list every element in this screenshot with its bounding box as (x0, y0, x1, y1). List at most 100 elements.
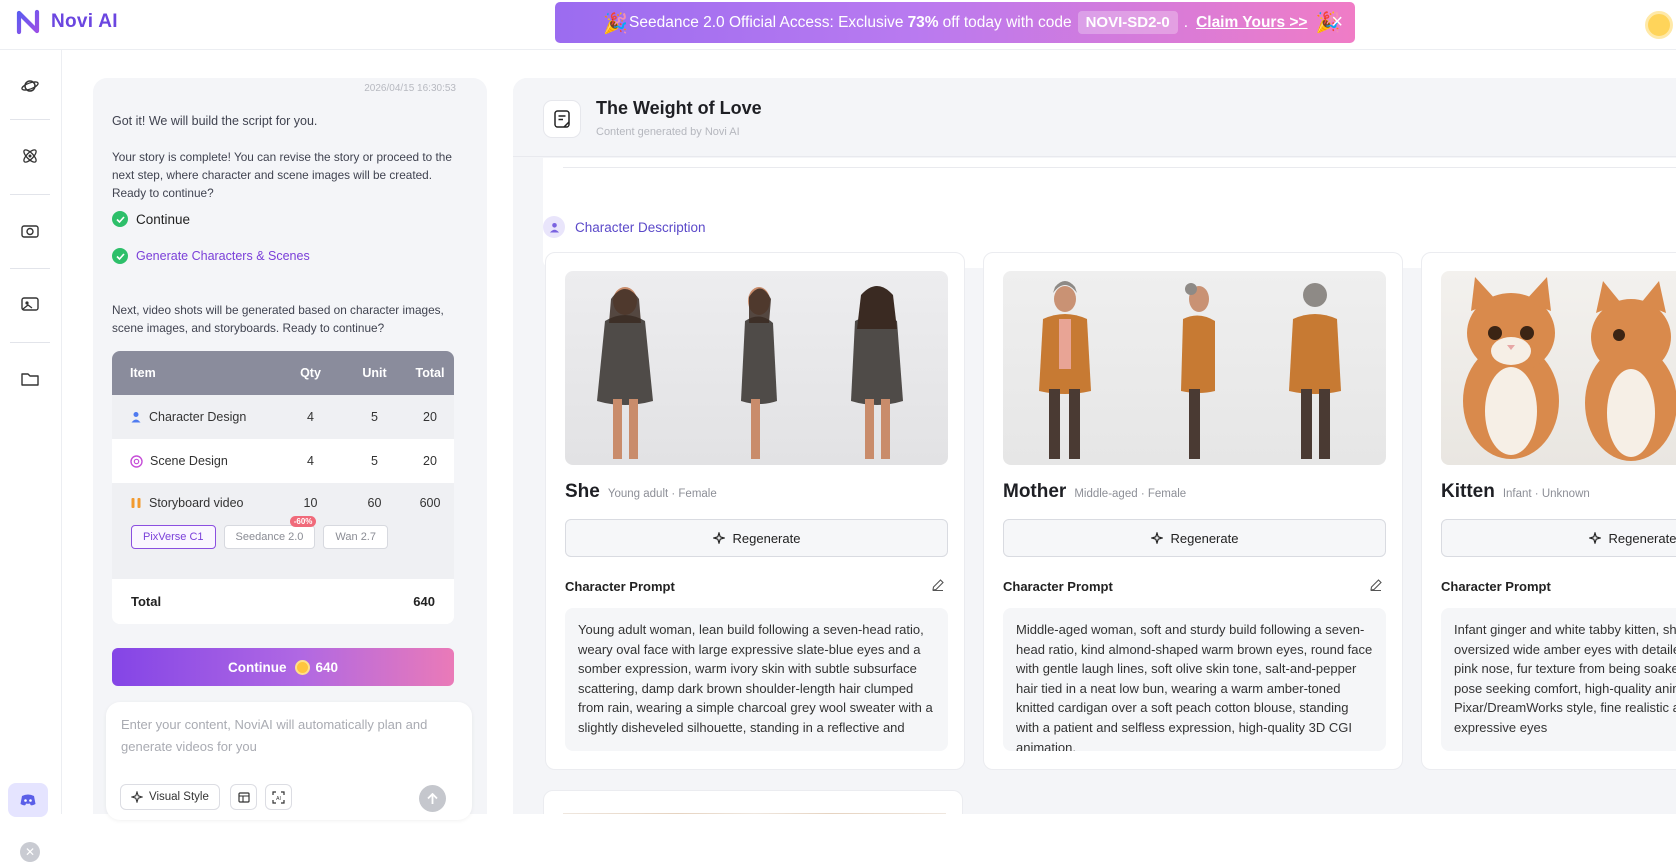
promo-prefix: Seedance 2.0 Official Access: Exclusive (629, 13, 904, 31)
continue-step[interactable]: Continue (112, 211, 190, 227)
prompt-label: Character Prompt (565, 579, 675, 594)
rail-divider (10, 342, 50, 343)
character-image[interactable] (1003, 271, 1386, 465)
check-icon (112, 248, 128, 264)
prompt-box[interactable]: Infant ginger and white tabby kitten, sh… (1441, 608, 1676, 751)
image-edit-icon[interactable] (16, 290, 44, 318)
model-option-wan[interactable]: Wan 2.7 (323, 525, 388, 549)
table-row: Scene Design 4 5 20 (112, 439, 454, 483)
character-image[interactable] (1441, 271, 1676, 465)
section-title: Character Description (575, 219, 706, 235)
model-selector: PixVerse C1 Seedance 2.0 -60% Wan 2.7 (131, 516, 388, 549)
col-item: Item (130, 366, 156, 380)
claim-link[interactable]: Claim Yours >> (1196, 14, 1307, 32)
item-qty: 4 (307, 454, 314, 468)
character-meta: Middle-aged · Female (1074, 488, 1187, 500)
cost-table: Item Qty Unit Total Character Design 4 5… (112, 351, 454, 624)
visual-style-button[interactable]: Visual Style (120, 784, 220, 810)
aperture-icon (130, 454, 143, 468)
rail-divider (10, 268, 50, 269)
pause-icon (131, 498, 141, 508)
col-qty: Qty (300, 366, 321, 380)
section-heading: Character Description (543, 216, 706, 238)
character-meta: Infant · Unknown (1502, 488, 1590, 500)
character-card: Mother Middle-aged · Female Regenerate C… (983, 252, 1403, 770)
sparkle-icon (1588, 532, 1601, 544)
character-card (543, 790, 963, 814)
assistant-message: Next, video shots will be generated base… (112, 303, 444, 335)
prompt-label: Character Prompt (1003, 579, 1113, 594)
prompt-text: Middle-aged woman, soft and sturdy build… (1016, 622, 1373, 751)
close-icon[interactable]: ✕ (20, 842, 40, 862)
send-button[interactable] (419, 785, 446, 812)
novi-logo-icon (16, 9, 40, 35)
character-image[interactable] (565, 271, 948, 465)
atom-icon[interactable] (16, 142, 44, 170)
document-title: The Weight of Love (596, 98, 762, 118)
sparkle-icon (1150, 532, 1163, 544)
left-rail: ✕ (0, 50, 62, 862)
brand-name: Novi AI (51, 11, 118, 32)
continue-button-cost: 640 (315, 659, 339, 675)
planet-icon[interactable] (16, 72, 44, 100)
model-option-pixverse[interactable]: PixVerse C1 (131, 525, 216, 549)
continue-button[interactable]: Continue 640 (112, 648, 454, 686)
col-unit: Unit (362, 366, 387, 380)
promo-code: NOVI-SD2-0 (1077, 11, 1178, 34)
total-row: Total 640 (112, 579, 454, 624)
prompt-placeholder: Enter your content, NoviAI will automati… (121, 717, 428, 754)
prompt-box[interactable]: Middle-aged woman, soft and sturdy build… (1003, 608, 1386, 751)
regenerate-button[interactable]: Regenerate (1003, 519, 1386, 557)
regenerate-button[interactable]: Regenerate (1441, 519, 1676, 557)
sparkle-icon (712, 532, 725, 544)
document-subtitle: Content generated by Novi AI (596, 126, 740, 138)
item-unit: 5 (371, 410, 378, 424)
promo-dot: . (1183, 13, 1189, 31)
close-icon[interactable]: × (1331, 11, 1343, 34)
item-qty: 10 (303, 496, 318, 510)
arrow-up-icon (427, 792, 438, 804)
prompt-text: Infant ginger and white tabby kitten, sh… (1454, 622, 1676, 735)
rail-divider (10, 194, 50, 195)
character-card: She Young adult · Female Regenerate Char… (545, 252, 965, 770)
assistant-message: Got it! We will build the script for you… (112, 114, 318, 128)
document-panel: The Weight of Love Content generated by … (513, 78, 1676, 814)
brand-logo[interactable]: Novi AI (16, 9, 118, 35)
continue-button-label: Continue (227, 659, 287, 675)
character-name-row: Kitten Infant · Unknown (1441, 481, 1590, 503)
layout-icon[interactable] (230, 784, 257, 810)
prompt-box[interactable]: Young adult woman, lean build following … (565, 608, 948, 751)
character-name: Mother (1003, 481, 1067, 502)
prompt-text: Young adult woman, lean build following … (578, 622, 933, 735)
prompt-label: Character Prompt (1441, 579, 1551, 594)
edit-icon[interactable] (1369, 578, 1383, 592)
prompt-input[interactable]: Enter your content, NoviAI will automati… (106, 702, 472, 820)
chat-panel: 2026/04/15 16:30:53 Got it! We will buil… (93, 78, 487, 820)
table-row: Character Design 4 5 20 (112, 395, 454, 439)
character-name: Kitten (1441, 481, 1495, 502)
promo-banner[interactable]: 🎉 Seedance 2.0 Official Access: Exclusiv… (555, 2, 1355, 43)
character-name-row: She Young adult · Female (565, 481, 717, 503)
item-unit: 60 (367, 496, 382, 510)
character-card: Kitten Infant · Unknown Regenerate Chara… (1421, 252, 1676, 770)
coin-balance-icon[interactable] (1645, 11, 1673, 39)
message-timestamp: 2026/04/15 16:30:53 (364, 83, 456, 94)
regenerate-button[interactable]: Regenerate (565, 519, 948, 557)
model-option-seedance[interactable]: Seedance 2.0 -60% (223, 516, 317, 549)
coin-icon (295, 659, 311, 675)
promo-middle: off today with code (942, 13, 1072, 31)
document-icon (543, 100, 581, 138)
generate-step[interactable]: Generate Characters & Scenes (112, 248, 310, 264)
sparkle-icon (131, 791, 143, 803)
character-meta: Young adult · Female (607, 488, 717, 500)
ai-scan-icon[interactable]: AI (265, 784, 292, 810)
folder-icon[interactable] (16, 365, 44, 393)
check-icon (112, 211, 128, 227)
discord-icon[interactable] (8, 783, 48, 817)
item-qty: 4 (307, 410, 314, 424)
edit-icon[interactable] (931, 578, 945, 592)
camera-icon[interactable] (16, 217, 44, 245)
discount-badge: -60% (289, 516, 317, 527)
svg-text:AI: AI (276, 796, 281, 802)
character-name: She (565, 481, 600, 502)
